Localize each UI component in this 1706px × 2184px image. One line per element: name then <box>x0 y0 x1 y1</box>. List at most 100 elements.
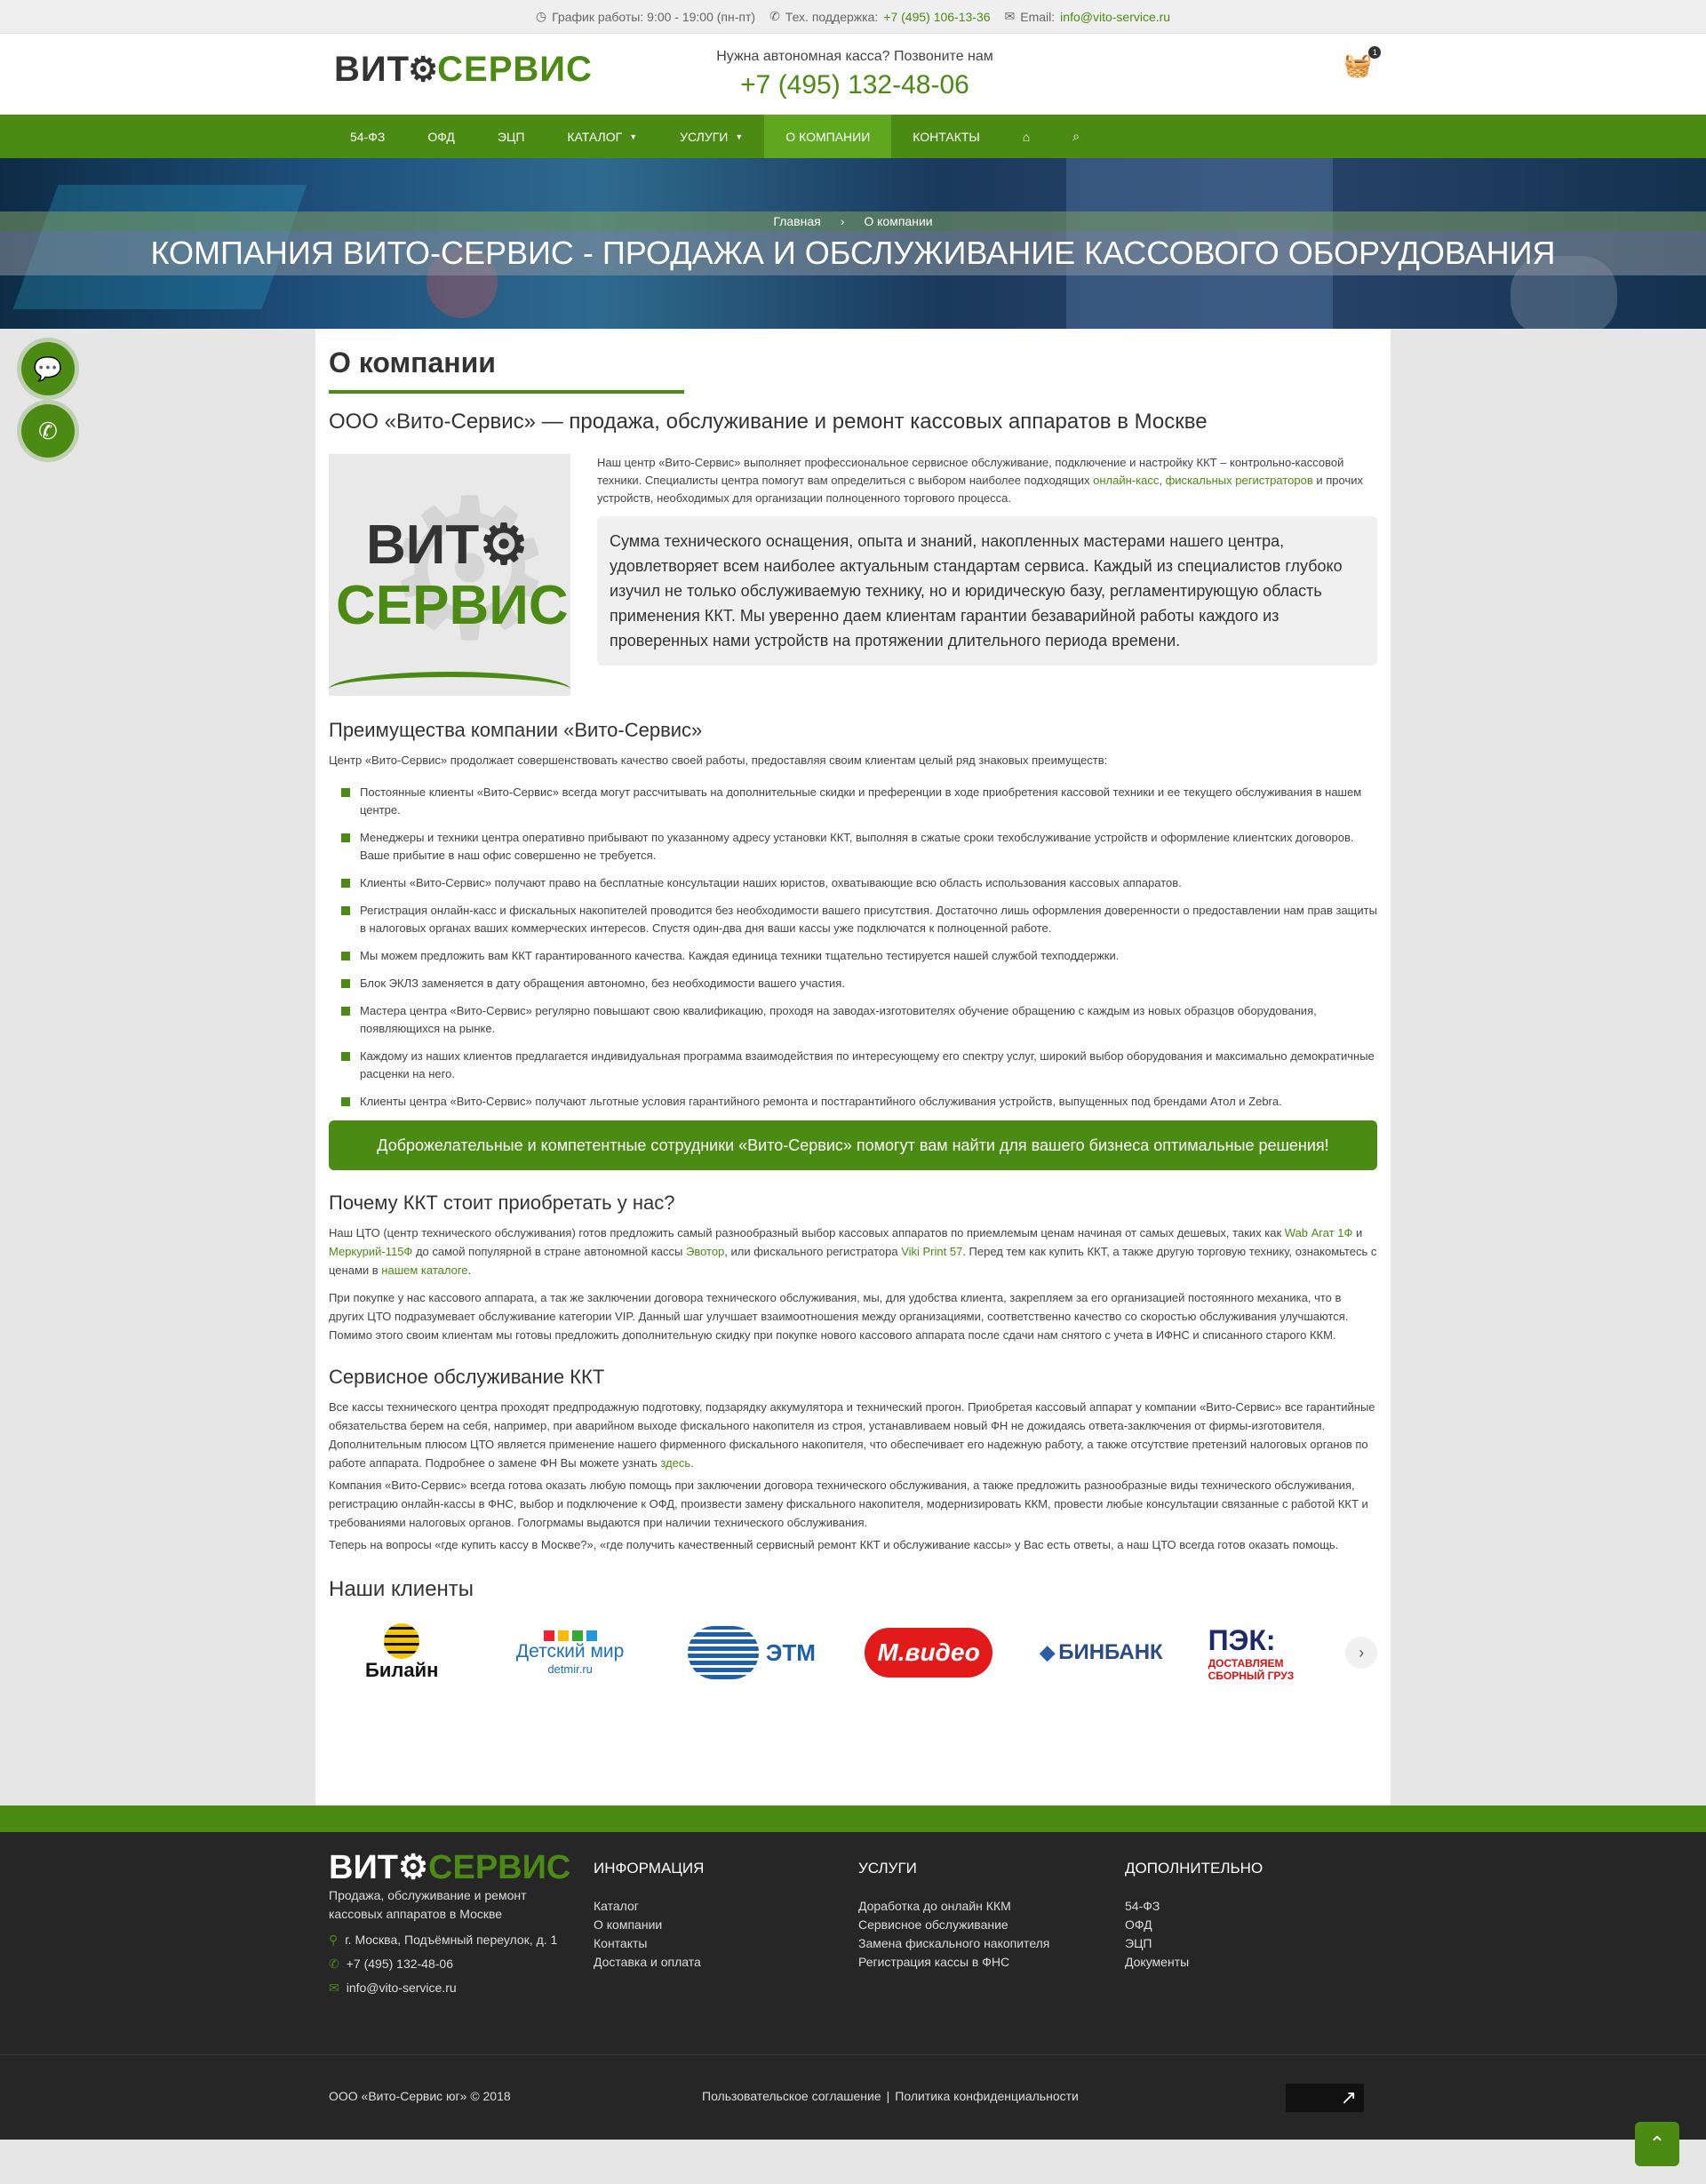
site-logo[interactable]: ВИТ ⚙ СЕРВИС <box>334 50 593 90</box>
fn-replacement-link[interactable]: здесь <box>660 1456 690 1470</box>
footer-about: ВИТ⚙СЕРВИС Продажа, обслуживание и ремон… <box>329 1851 570 1997</box>
client-logo-pek[interactable]: ПЭК: ДОСТАВЛЯЕМ СБОРНЫЙ ГРУЗ <box>1208 1622 1314 1684</box>
footer-link[interactable]: Каталог <box>594 1897 704 1916</box>
footer-bottom-bar: ООО «Вито-Сервис юг» © 2018 Пользователь… <box>0 2054 1706 2140</box>
nav-contacts[interactable]: КОНТАКТЫ <box>891 115 1001 158</box>
caret-down-icon: ▼ <box>735 132 744 141</box>
footer-phone-link[interactable]: +7 (495) 132-48-06 <box>347 1955 453 1973</box>
catalog-link[interactable]: нашем каталоге <box>381 1263 467 1277</box>
support-phone-link[interactable]: +7 (495) 106-13-36 <box>883 10 990 24</box>
nav-ofd[interactable]: ОФД <box>406 115 476 158</box>
privacy-link[interactable]: Политика конфиденциальности <box>895 2089 1079 2103</box>
footer-link[interactable]: 54-ФЗ <box>1125 1897 1263 1916</box>
main-nav: 54-ФЗ ОФД ЭЦП КАТАЛОГ ▼ УСЛУГИ ▼ О КОМПАНИ… <box>0 115 1706 158</box>
client-logo-binbank[interactable]: ◆ БИНБАНК <box>1026 1622 1176 1684</box>
main-phone-link[interactable]: +7 (495) 132-48-06 <box>708 70 1001 100</box>
nav-about[interactable]: О КОМПАНИИ <box>764 115 892 158</box>
footer-link[interactable]: Сервисное обслуживание <box>858 1916 1049 1934</box>
footer-services-col: УСЛУГИ Доработка до онлайн ККМ Сервисное… <box>858 1859 1049 1972</box>
service-title: Сервисное обслуживание ККТ <box>329 1366 605 1388</box>
hero-title: КОМПАНИЯ ВИТО-СЕРВИС - ПРОДАЖА И ОБСЛУЖИ… <box>0 231 1706 275</box>
nav-54fz[interactable]: 54-ФЗ <box>329 115 406 158</box>
footer-link[interactable]: Доставка и оплата <box>594 1953 704 1972</box>
nav-search[interactable]: ⌕ <box>1051 115 1101 158</box>
footer-link[interactable]: Контакты <box>594 1934 704 1953</box>
service-paragraph-1: Все кассы технического центра проходят п… <box>329 1400 1375 1470</box>
search-icon: ⌕ <box>1072 129 1080 143</box>
clients-carousel: Билайн Детский мир detmir.ru ЭТМ М.видео… <box>329 1622 1377 1684</box>
page-subtitle: ООО «Вито-Сервис» — продажа, обслуживани… <box>329 410 1208 434</box>
footer-col-title: ИНФОРМАЦИЯ <box>594 1860 705 1877</box>
cart-count-badge: 1 <box>1368 46 1382 59</box>
cart-button[interactable]: 🧺 1 <box>1343 46 1382 79</box>
title-underline <box>329 390 684 394</box>
gear-icon: ⚙ <box>408 52 440 89</box>
service-paragraph-2: Компания «Вито-Сервис» всегда готова ока… <box>329 1479 1368 1529</box>
callout-banner: Доброжелательные и компетентные сотрудни… <box>329 1120 1377 1170</box>
list-item: Каждому из наших клиентов предлагается и… <box>329 1048 1377 1083</box>
home-icon: ⌂ <box>1022 129 1031 144</box>
developer-badge[interactable]: ↗ <box>1286 2084 1364 2112</box>
support: ✆ Тех. поддержка: +7 (495) 106-13-36 <box>769 9 991 24</box>
footer-accent-band <box>0 1805 1706 1832</box>
list-item: Клиенты центра «Вито-Сервис» получают ль… <box>329 1093 1377 1111</box>
client-logo-detmir[interactable]: Детский мир detmir.ru <box>499 1622 640 1684</box>
chat-button[interactable]: 💬 <box>21 342 75 395</box>
carousel-next-button[interactable]: › <box>1345 1637 1377 1669</box>
phone-icon: ✆ <box>38 417 58 444</box>
callback-button[interactable]: ✆ <box>21 404 75 458</box>
agreement-link[interactable]: Пользовательское соглашение <box>702 2089 881 2103</box>
header: ВИТ ⚙ СЕРВИС Нужна автономная касса? Позво… <box>0 34 1706 115</box>
breadcrumb: Главная › О компании <box>0 211 1706 231</box>
nav-services[interactable]: УСЛУГИ ▼ <box>658 115 764 158</box>
footer-description: Продажа, обслуживание и ремонт кассовых … <box>329 1888 527 1921</box>
top-bar: ◷ График работы: 9:00 - 19:00 (пн-пт) ✆ Те… <box>0 0 1706 34</box>
clock-icon: ◷ <box>535 9 547 23</box>
client-logo-etm[interactable]: ЭТМ <box>673 1622 831 1684</box>
footer-link[interactable]: Доработка до онлайн ККМ <box>858 1897 1049 1916</box>
footer: ВИТ⚙СЕРВИС Продажа, обслуживание и ремон… <box>0 1832 1706 2054</box>
list-item: Блок ЭКЛЗ заменяется в дату обращения ав… <box>329 975 1377 992</box>
service-paragraph-3: Теперь на вопросы «где купить кассу в Мо… <box>329 1538 1339 1551</box>
phone-icon: ✆ <box>769 9 780 23</box>
client-logo-mvideo[interactable]: М.видео <box>863 1622 994 1684</box>
hero-banner: Главная › О компании КОМПАНИЯ ВИТО-СЕРВИ… <box>0 158 1706 329</box>
footer-link[interactable]: ОФД <box>1125 1916 1263 1934</box>
list-item: Постоянные клиенты «Вито-Сервис» всегда … <box>329 784 1377 819</box>
nav-ecp[interactable]: ЭЦП <box>476 115 546 158</box>
list-item: Регистрация онлайн-касс и фискальных нак… <box>329 902 1377 937</box>
chevron-up-icon: ⌃ <box>1648 2132 1666 2155</box>
footer-extra-col: ДОПОЛНИТЕЛЬНО 54-ФЗ ОФД ЭЦП Документы <box>1125 1859 1263 1972</box>
product-link[interactable]: Эвотор <box>686 1245 724 1258</box>
copyright: ООО «Вито-Сервис юг» © 2018 <box>329 2089 511 2103</box>
nav-home[interactable]: ⌂ <box>1001 115 1051 158</box>
map-marker-icon: ⚲ <box>329 1933 339 1947</box>
footer-link[interactable]: Замена фискального накопителя <box>858 1934 1049 1953</box>
footer-col-title: ДОПОЛНИТЕЛЬНО <box>1125 1860 1264 1877</box>
call-question: Нужна автономная касса? Позвоните нам <box>716 49 993 64</box>
product-link[interactable]: Viki Print 57 <box>901 1245 962 1258</box>
footer-email-link[interactable]: info@vito-service.ru <box>347 1979 457 1997</box>
chat-icon: 💬 <box>33 355 63 382</box>
breadcrumb-home[interactable]: Главная <box>773 214 820 228</box>
page-title: О компании <box>329 347 496 379</box>
online-kassy-link[interactable]: онлайн-касс <box>1093 474 1159 487</box>
footer-link[interactable]: О компании <box>594 1916 704 1934</box>
email-link[interactable]: info@vito-service.ru <box>1060 10 1170 24</box>
list-item: Клиенты «Вито-Сервис» получают право на … <box>329 874 1377 892</box>
clients-title: Наши клиенты <box>329 1577 474 1601</box>
nav-catalog[interactable]: КАТАЛОГ ▼ <box>546 115 658 158</box>
footer-info-col: ИНФОРМАЦИЯ Каталог О компании Контакты Д… <box>594 1859 704 1972</box>
chevron-right-icon: › <box>1359 1643 1365 1662</box>
product-link[interactable]: Wab Агат 1Ф <box>1285 1226 1353 1239</box>
footer-logo[interactable]: ВИТ⚙СЕРВИС <box>329 1851 570 1885</box>
list-item: Менеджеры и техники центра оперативно пр… <box>329 829 1377 865</box>
scroll-to-top-button[interactable]: ⌃ <box>1635 2122 1679 2166</box>
footer-link[interactable]: ЭЦП <box>1125 1934 1263 1953</box>
footer-link[interactable]: Регистрация кассы в ФНС <box>858 1953 1049 1972</box>
fiscal-registrators-link[interactable]: фискальных регистраторов <box>1166 474 1313 487</box>
footer-link[interactable]: Документы <box>1125 1953 1263 1972</box>
client-logo-beeline[interactable]: Билайн <box>336 1622 467 1684</box>
list-item: Мастера центра «Вито-Сервис» регулярно п… <box>329 1002 1377 1038</box>
product-link[interactable]: Меркурий-115Ф <box>329 1245 412 1258</box>
